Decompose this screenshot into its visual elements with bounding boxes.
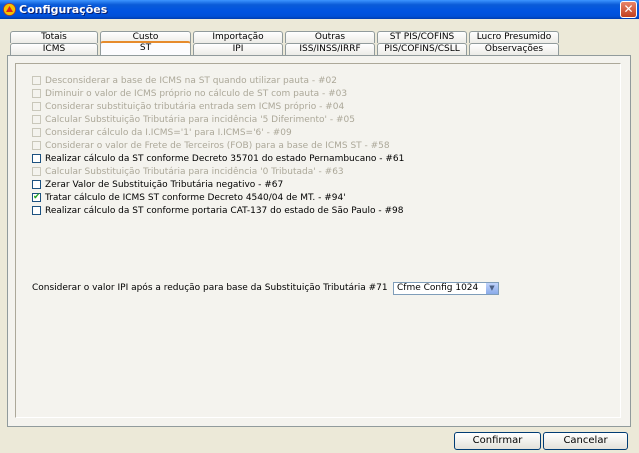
option-label: Considerar cálculo da I.ICMS='1' para I.… — [45, 128, 292, 138]
option-label: Tratar cálculo de ICMS ST conforme Decre… — [45, 193, 346, 203]
tab-ipi[interactable]: IPI — [193, 43, 283, 55]
cancel-button-label: Cancelar — [563, 435, 608, 446]
tab-iss-inss-irrf[interactable]: ISS/INSS/IRRF — [285, 43, 375, 55]
options-group: Desconsiderar a base de ICMS na ST quand… — [15, 63, 621, 418]
close-icon: ✕ — [623, 2, 634, 16]
option-label: Calcular Substituição Tributária para in… — [45, 115, 355, 125]
option-label: Zerar Valor de Substituição Tributária n… — [45, 180, 284, 190]
option-label: Diminuir o valor de ICMS próprio no cálc… — [45, 89, 348, 99]
checkbox[interactable] — [32, 206, 41, 215]
st-tab-panel: Desconsiderar a base de ICMS na ST quand… — [7, 55, 631, 427]
tab-lucro-presumido[interactable]: Lucro Presumido — [469, 31, 559, 43]
checkbox[interactable] — [32, 154, 41, 163]
tab-importacao[interactable]: Importação — [193, 31, 283, 43]
checkbox-checked[interactable]: ✔ — [32, 193, 41, 202]
checkbox — [32, 167, 41, 176]
tab-icms[interactable]: ICMS — [10, 43, 98, 55]
checkbox — [32, 141, 41, 150]
confirm-button-label: Confirmar — [472, 435, 523, 446]
ipi-reduction-label: Considerar o valor IPI após a redução pa… — [32, 283, 388, 293]
tab-st[interactable]: ST — [100, 41, 191, 55]
checkbox — [32, 115, 41, 124]
option-label: Realizar cálculo da ST conforme portaria… — [45, 206, 404, 216]
option-label: Calcular Substituição Tributária para in… — [45, 167, 344, 177]
tab-observacoes[interactable]: Observações — [469, 43, 559, 55]
checkbox — [32, 128, 41, 137]
ipi-reduction-value: Cfme Config 1024 — [397, 283, 479, 293]
title-bar: Configurações ✕ — [0, 0, 639, 19]
app-icon — [3, 3, 16, 16]
chevron-down-icon[interactable]: ▼ — [486, 283, 498, 294]
checkbox[interactable] — [32, 180, 41, 189]
option-label: Considerar substituição tributária entra… — [45, 102, 345, 112]
option-label: Desconsiderar a base de ICMS na ST quand… — [45, 76, 337, 86]
option-label: Considerar o valor de Frete de Terceiros… — [45, 141, 390, 151]
option-label: Realizar cálculo da ST conforme Decreto … — [45, 154, 405, 164]
cancel-button[interactable]: Cancelar — [543, 432, 628, 450]
checkbox — [32, 102, 41, 111]
configuracoes-window: Configurações ✕ Totais Custo Importação … — [0, 0, 639, 453]
tab-outras[interactable]: Outras — [285, 31, 375, 43]
checkbox — [32, 89, 41, 98]
tab-totais[interactable]: Totais — [10, 31, 98, 43]
confirm-button[interactable]: Confirmar — [454, 432, 541, 450]
checkbox — [32, 76, 41, 85]
tab-st-pis-cofins[interactable]: ST PIS/COFINS — [377, 31, 467, 43]
ipi-reduction-select[interactable]: Cfme Config 1024 ▼ — [393, 282, 499, 295]
close-button[interactable]: ✕ — [620, 1, 637, 18]
tab-pis-cofins-csll[interactable]: PIS/COFINS/CSLL — [377, 43, 467, 55]
window-title: Configurações — [19, 3, 108, 16]
